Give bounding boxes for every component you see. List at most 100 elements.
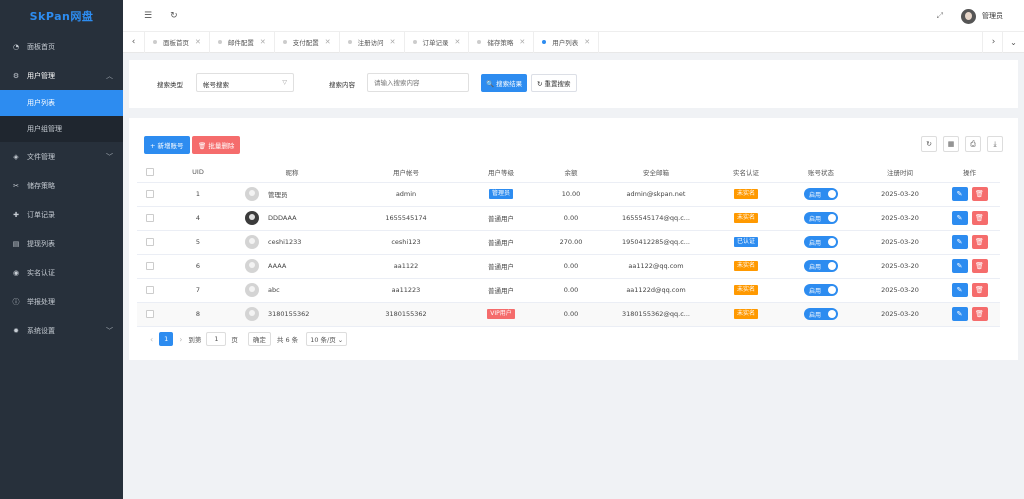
edit-icon[interactable]: ✎ [951,187,968,201]
export-icon[interactable]: ⤓ [987,136,1003,152]
current-page[interactable]: 1 [159,332,174,346]
tab-2[interactable]: 支付配置 ✕ [275,31,340,53]
sidebar-item-label: 举报处理 [27,297,55,306]
level-badge: 普通用户 [488,263,514,271]
select-all-checkbox-cell[interactable] [137,162,163,183]
table-tools: ↻ ▦ ⎙ ⤓ [915,136,1003,152]
sidebar-item-3[interactable]: ✂ 储存策略 [0,171,123,200]
print-icon[interactable]: ⎙ [965,136,981,152]
delete-icon[interactable]: 🗑 [971,307,988,321]
tab-5[interactable]: 储存策略 ✕ [469,31,535,53]
close-icon[interactable]: ✕ [195,38,201,46]
close-icon[interactable]: ✕ [455,38,461,46]
tab-scroll-left-icon[interactable]: ‹ [123,31,145,53]
delete-icon[interactable]: 🗑 [971,259,988,273]
tab-6[interactable]: 用户列表 ✕ [534,31,600,53]
realname-cell: 未实名 [711,182,781,207]
tab-label: 面板首页 [163,39,189,47]
edit-icon[interactable]: ✎ [951,235,968,249]
delete-icon[interactable]: 🗑 [971,235,988,249]
row-checkbox-cell[interactable] [137,302,163,327]
prev-page-icon[interactable]: ‹ [150,335,153,344]
delete-icon[interactable]: 🗑 [971,187,988,201]
status-toggle[interactable]: 启用 [804,284,838,296]
row-checkbox-cell[interactable] [137,230,163,255]
add-account-button[interactable]: + 新增账号 [144,136,190,154]
status-toggle[interactable]: 启用 [804,188,838,200]
sidebar-item-8[interactable]: ✹ 系统设置 ﹀ [0,316,123,345]
close-icon[interactable]: ✕ [519,38,525,46]
select-all-checkbox[interactable] [146,167,154,176]
edit-icon[interactable]: ✎ [951,283,968,297]
row-checkbox[interactable] [146,286,154,294]
row-checkbox-cell[interactable] [137,278,163,303]
fullscreen-icon[interactable]: ⤢ [937,11,943,21]
close-icon[interactable]: ✕ [390,38,396,46]
sidebar-item-1[interactable]: ⚙ 用户管理 ︿ [0,61,123,90]
sidebar-item-label: 用户管理 [27,71,55,80]
page-size-select[interactable]: 10 条/页 ⌄ [306,332,348,346]
search-button[interactable]: 🔍 搜索结果 [481,74,528,92]
search-type-select[interactable]: 帐号搜索 ▽ [196,73,294,92]
edit-icon[interactable]: ✎ [951,259,968,273]
batch-delete-button[interactable]: 🗑 批量删除 [192,136,241,154]
status-toggle[interactable]: 启用 [804,308,838,320]
reset-search-button[interactable]: ↻ 重置搜索 [531,74,577,92]
actions-cell: ✎ 🗑 [939,182,1000,207]
refresh-icon[interactable]: ↻ [170,11,178,21]
refresh-icon[interactable]: ↻ [921,136,937,152]
tab-3[interactable]: 注册访问 ✕ [340,31,405,53]
row-checkbox[interactable] [146,310,154,318]
next-page-icon[interactable]: › [179,335,182,344]
actions-cell: ✎ 🗑 [939,230,1000,255]
row-checkbox[interactable] [146,238,154,246]
delete-icon[interactable]: 🗑 [971,211,988,225]
pagination: ‹ 1 › 到第 1 页 确定 共 6 条 10 条/页 ⌄ [144,332,348,346]
nickname: abc [233,283,351,297]
chevron-up-icon: ︿ [106,71,113,80]
list-icon: ▤ [12,239,20,248]
goto-page-input[interactable]: 1 [206,332,227,346]
username[interactable]: 管理员 [982,11,1003,21]
level-badge: 普通用户 [488,287,514,295]
sidebar-item-2[interactable]: ◈ 文件管理 ﹀ [0,142,123,171]
avatar[interactable] [961,8,976,24]
search-input[interactable] [367,73,469,92]
table-header-row: UID 昵称 用户帐号 用户等级 余额 安全邮箱 实名认证 账号状态 注册时间 操作 [137,162,1000,183]
edit-icon[interactable]: ✎ [951,211,968,225]
goto-confirm-button[interactable]: 确定 [247,332,271,346]
sidebar-item-4[interactable]: ✚ 订单记录 [0,200,123,229]
row-checkbox-cell[interactable] [137,254,163,279]
row-checkbox[interactable] [146,262,154,270]
sidebar-item-0[interactable]: ◔ 面板首页 [0,32,123,61]
sidebar-item-7[interactable]: ⓘ 举报处理 [0,287,123,316]
delete-icon[interactable]: 🗑 [971,283,988,297]
tab-1[interactable]: 邮件配置 ✕ [210,31,275,53]
close-icon[interactable]: ✕ [584,38,590,46]
sidebar-item-5[interactable]: ▤ 提现列表 [0,229,123,258]
status-toggle[interactable]: 启用 [804,212,838,224]
edit-icon[interactable]: ✎ [951,307,968,321]
tab-4[interactable]: 订单记录 ✕ [405,31,470,53]
filter-columns-icon[interactable]: ▦ [943,136,959,152]
row-checkbox[interactable] [146,214,154,222]
sidebar-item-user-group[interactable]: 用户组管理 [0,116,123,142]
row-checkbox-cell[interactable] [137,206,163,231]
row-checkbox[interactable] [146,190,154,198]
close-icon[interactable]: ✕ [325,38,331,46]
status-toggle[interactable]: 启用 [804,260,838,272]
avatar [245,187,259,201]
table-body: 1 管理员 admin 管理员 10.00 admin@skpan.net 未实名 启用 202… [137,182,1000,327]
sidebar-item-user-list[interactable]: 用户列表 [0,90,123,116]
sidebar-item-6[interactable]: ◉ 实名认证 [0,258,123,287]
tab-bar: ‹ 面板首页 ✕ 邮件配置 ✕ 支付配置 ✕ 注册访问 ✕ 订单记录 ✕ 储存策略 ✕ 用户列表 ✕ › … [123,31,1024,53]
close-icon[interactable]: ✕ [260,38,266,46]
sidebar-item-label: 订单记录 [27,210,55,219]
tab-scroll-right-icon[interactable]: › [982,31,1004,53]
row-checkbox-cell[interactable] [137,182,163,207]
sidebar-item-label: 面板首页 [27,42,55,51]
menu-toggle-icon[interactable]: ☰ [144,11,152,21]
tab-more-icon[interactable]: ⌄ [1002,31,1024,53]
tab-0[interactable]: 面板首页 ✕ [145,31,210,53]
status-toggle[interactable]: 启用 [804,236,838,248]
